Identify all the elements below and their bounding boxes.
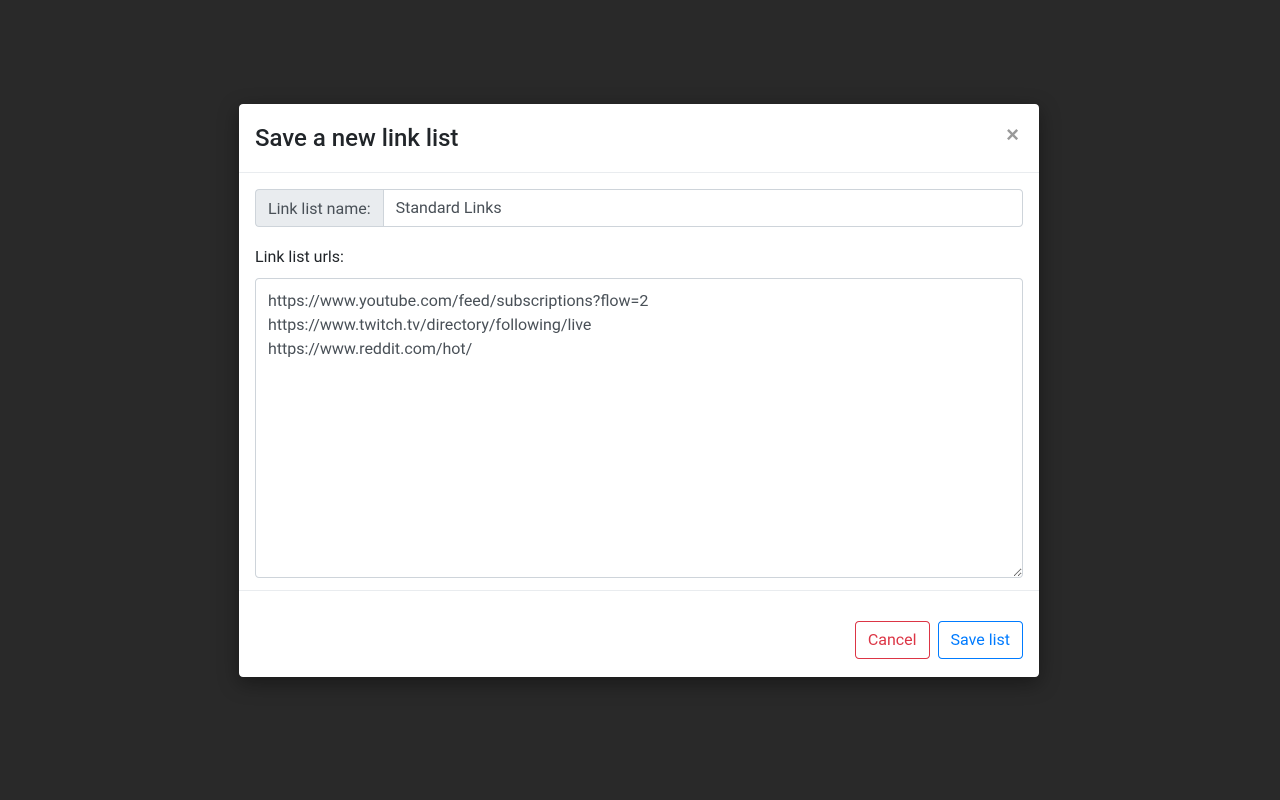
save-link-list-modal: Save a new link list × Link list name: L… — [239, 104, 1039, 677]
save-list-button[interactable]: Save list — [938, 621, 1023, 659]
modal-body: Link list name: Link list urls: — [239, 173, 1039, 590]
modal-header: Save a new link list × — [239, 104, 1039, 173]
name-input-label: Link list name: — [255, 189, 383, 227]
close-icon: × — [1006, 122, 1019, 147]
modal-footer: Cancel Save list — [239, 590, 1039, 677]
urls-label: Link list urls: — [255, 247, 1023, 266]
cancel-button[interactable]: Cancel — [855, 621, 930, 659]
close-button[interactable]: × — [1002, 120, 1023, 150]
name-input-group: Link list name: — [255, 189, 1023, 227]
link-list-name-input[interactable] — [383, 189, 1023, 227]
link-list-urls-textarea[interactable] — [255, 278, 1023, 578]
modal-title: Save a new link list — [255, 120, 458, 156]
